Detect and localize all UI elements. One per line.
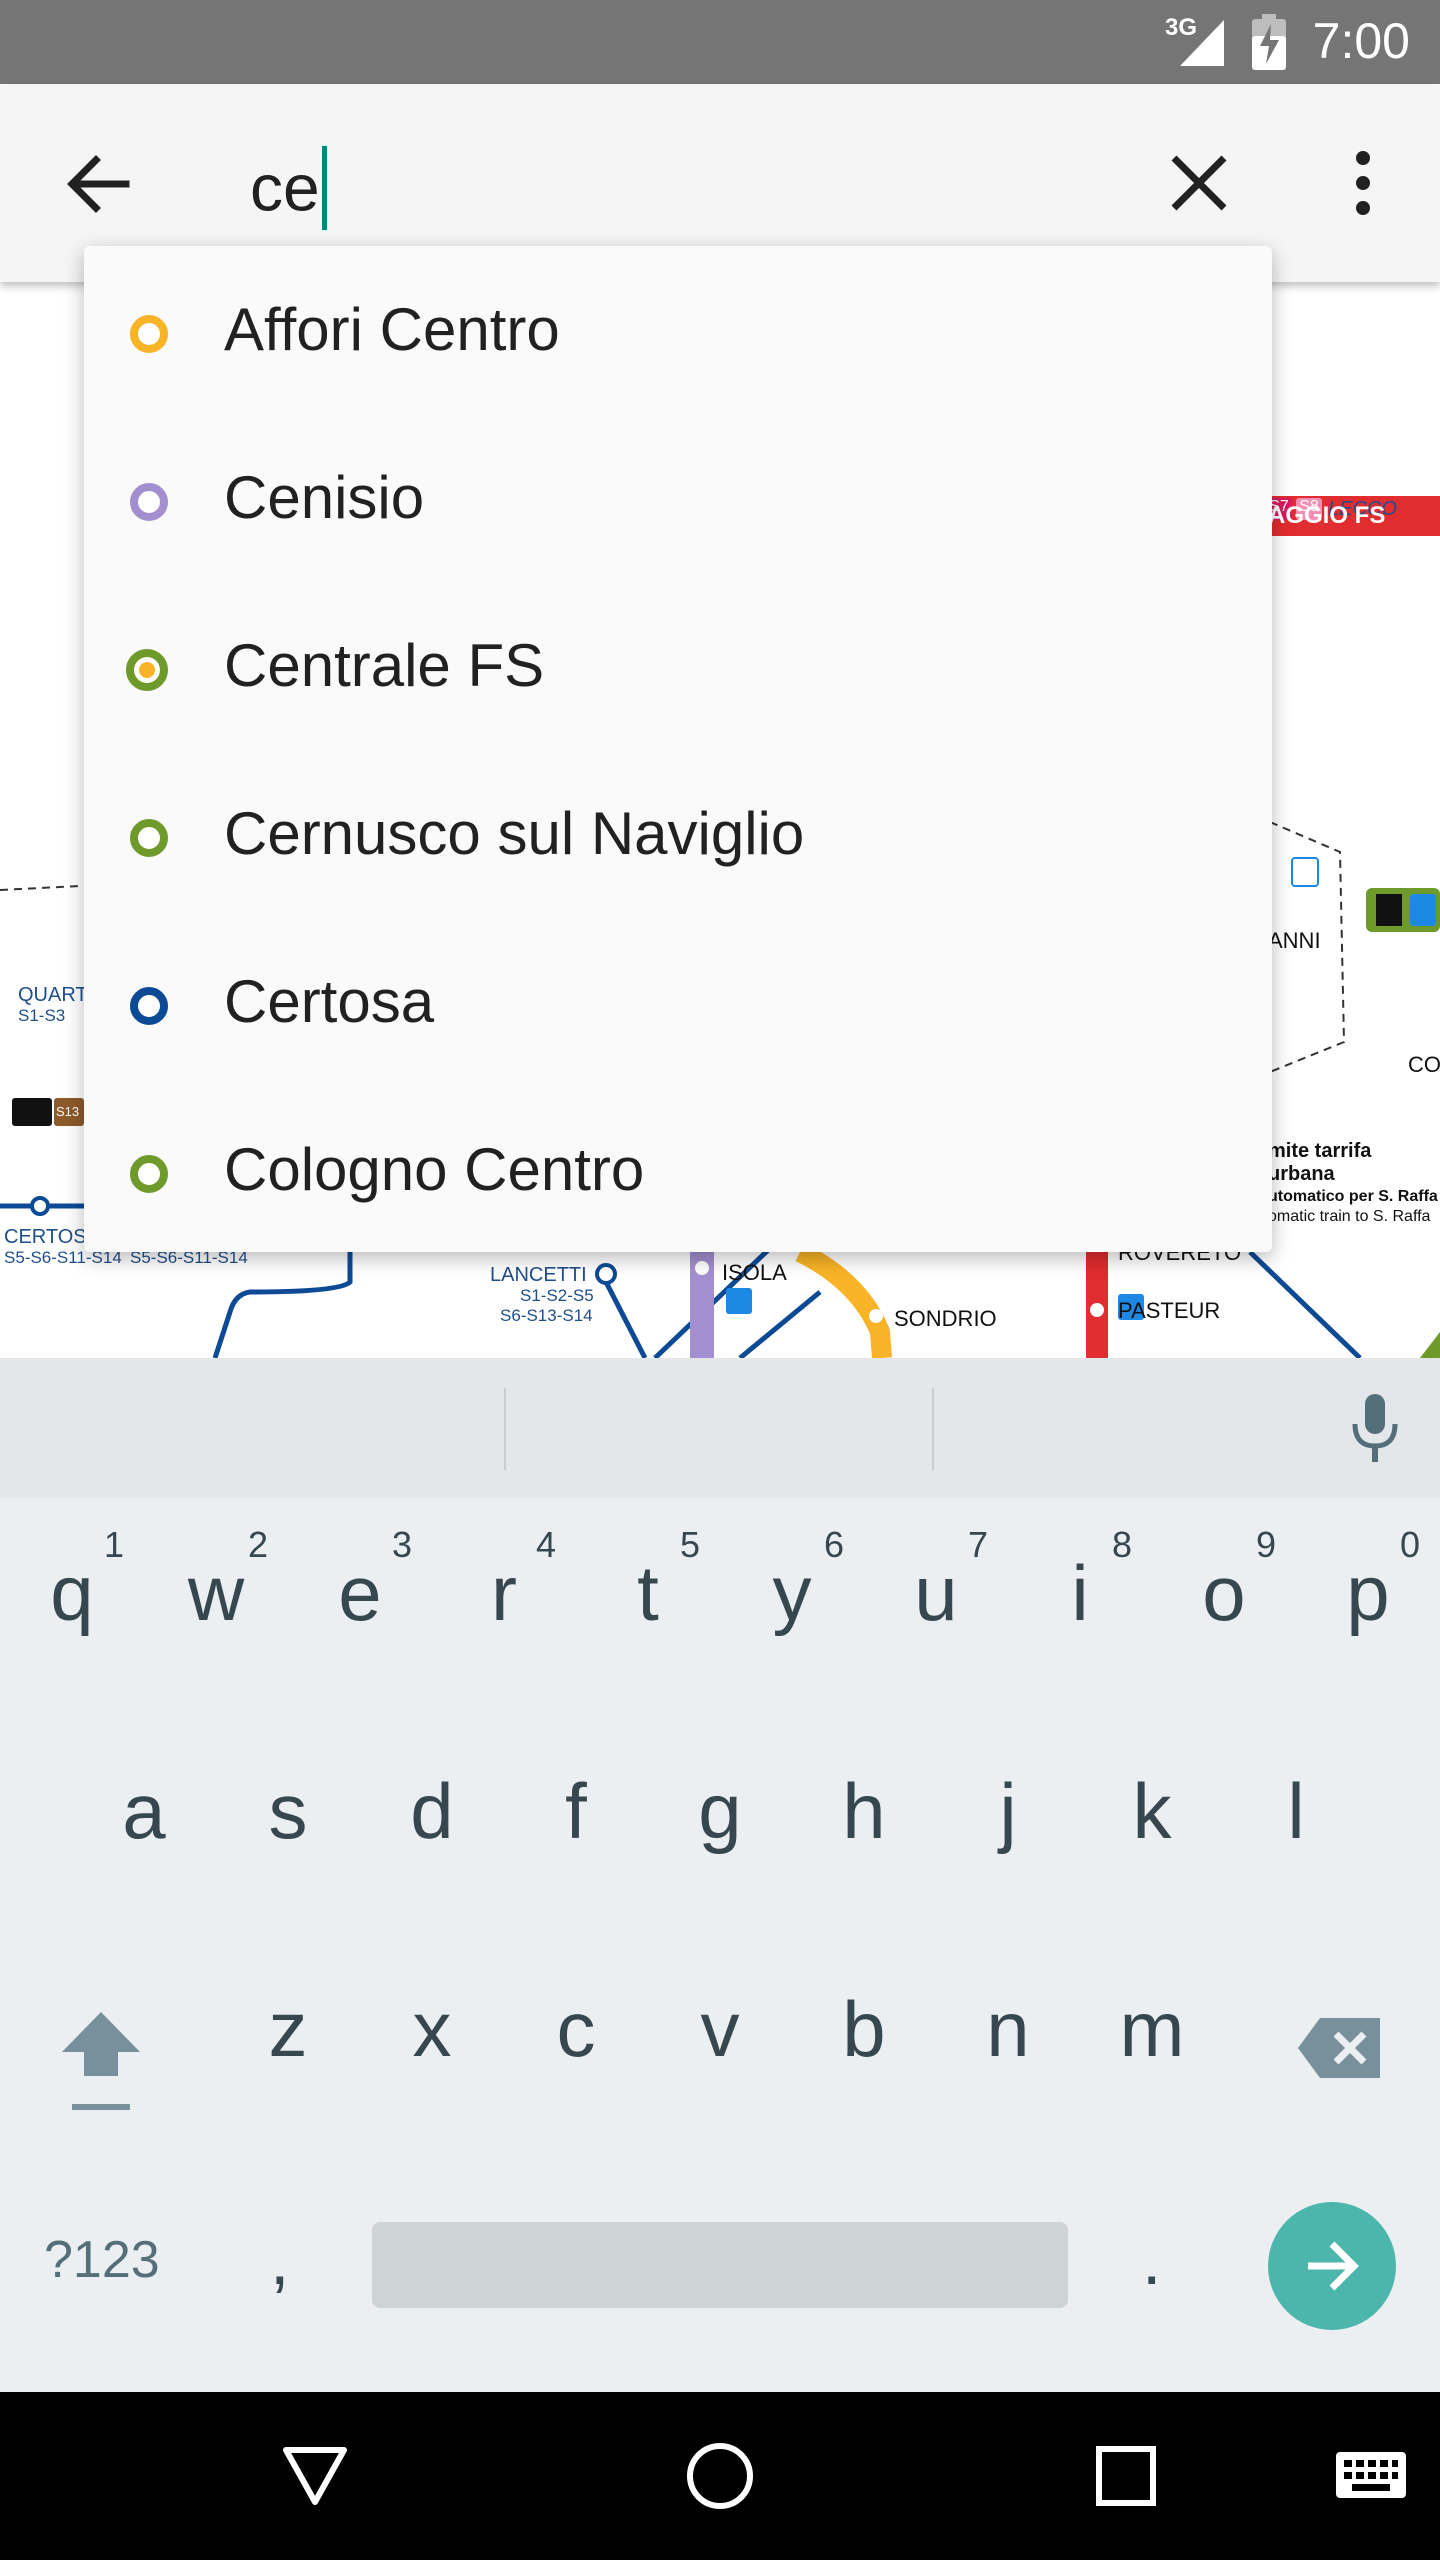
backspace-icon[interactable] <box>1296 2016 1382 2080</box>
key-o[interactable]: o <box>1152 1548 1296 1639</box>
map-label-sanni: ANNI <box>1268 928 1321 953</box>
navigation-bar <box>0 2392 1440 2560</box>
map-label-lancetti-lines-1: S1-S2-S5 <box>520 1286 594 1305</box>
key-x[interactable]: x <box>360 1984 504 2075</box>
suggestion-item[interactable]: Cologno Centro <box>84 1086 1272 1254</box>
key-d[interactable]: d <box>360 1766 504 1857</box>
soft-keyboard: 1 2 3 4 5 6 7 8 9 0 q w e r t y u i o p … <box>0 1358 1440 2392</box>
key-z[interactable]: z <box>216 1984 360 2075</box>
map-label-quart: QUART <box>18 984 88 1006</box>
suggestion-label: Centrale FS <box>224 632 545 699</box>
key-e[interactable]: e <box>288 1548 432 1639</box>
suggestion-item[interactable]: Certosa <box>84 918 1272 1086</box>
map-label-co: CO <box>1408 1052 1440 1077</box>
key-v[interactable]: v <box>648 1984 792 2075</box>
key-f[interactable]: f <box>504 1766 648 1857</box>
key-y[interactable]: y <box>720 1548 864 1639</box>
key-l[interactable]: l <box>1224 1766 1368 1857</box>
comma-key[interactable]: , <box>270 2220 289 2300</box>
line-marker-icon <box>130 1155 168 1193</box>
line-marker-icon <box>130 483 168 521</box>
strip-divider <box>504 1388 506 1470</box>
suggestion-label: Affori Centro <box>224 296 560 363</box>
back-arrow-icon[interactable] <box>64 150 132 218</box>
map-label-lancetti-lines-2: S6-S13-S14 <box>500 1306 593 1325</box>
map-label-pasteur: PASTEUR <box>1118 1298 1221 1323</box>
microphone-icon[interactable] <box>1350 1394 1400 1466</box>
key-b[interactable]: b <box>792 1984 936 2075</box>
key-h[interactable]: h <box>792 1766 936 1857</box>
suggestion-label: Cologno Centro <box>224 1136 645 1203</box>
strip-divider <box>932 1388 934 1470</box>
spacebar[interactable] <box>372 2222 1068 2308</box>
map-label-automatic-train: omatic train to S. Raffa <box>1268 1208 1431 1225</box>
map-label-s1s3: S1-S3 <box>18 1006 66 1025</box>
battery-charging-icon <box>1252 14 1286 70</box>
key-k[interactable]: k <box>1080 1766 1224 1857</box>
suggestion-item[interactable]: Cernusco sul Naviglio <box>84 750 1272 918</box>
signal-icon <box>1180 20 1224 66</box>
line-marker-icon <box>130 819 168 857</box>
clock: 7:00 <box>1312 13 1410 69</box>
map-label-lancetti: LANCETTI <box>490 1264 587 1286</box>
line-marker-icon <box>126 649 168 691</box>
map-label-sondrio: SONDRIO <box>894 1306 997 1331</box>
shift-icon[interactable] <box>56 2008 146 2114</box>
line-marker-icon <box>130 315 168 353</box>
suggestion-dropdown: Affori Centro Cenisio Centrale FS Cernus… <box>84 246 1272 1252</box>
key-g[interactable]: g <box>648 1766 792 1857</box>
key-s[interactable]: s <box>216 1766 360 1857</box>
map-label-s13: S13 <box>56 1104 80 1119</box>
key-a[interactable]: a <box>72 1766 216 1857</box>
suggestion-item[interactable]: Affori Centro <box>84 246 1272 414</box>
suggestion-item[interactable]: Cenisio <box>84 414 1272 582</box>
overflow-menu-icon[interactable] <box>1348 148 1378 218</box>
recents-square-icon[interactable] <box>1094 2444 1158 2508</box>
key-q[interactable]: q <box>0 1548 144 1639</box>
key-i[interactable]: i <box>1008 1548 1152 1639</box>
period-key[interactable]: . <box>1142 2220 1161 2300</box>
key-u[interactable]: u <box>864 1548 1008 1639</box>
suggestion-label: Certosa <box>224 968 435 1035</box>
back-triangle-icon[interactable] <box>280 2444 350 2508</box>
key-n[interactable]: n <box>936 1984 1080 2075</box>
suggestion-label: Cenisio <box>224 464 425 531</box>
key-m[interactable]: m <box>1080 1984 1224 2075</box>
text-cursor <box>321 145 327 230</box>
key-j[interactable]: j <box>936 1766 1080 1857</box>
status-bar: 3G 7:00 <box>0 0 1440 84</box>
arrow-right-icon <box>1308 2241 1359 2291</box>
suggestion-label: Cernusco sul Naviglio <box>224 800 805 867</box>
suggestion-strip <box>0 1358 1440 1498</box>
key-c[interactable]: c <box>504 1984 648 2075</box>
key-w[interactable]: w <box>144 1548 288 1639</box>
key-t[interactable]: t <box>576 1548 720 1639</box>
line-marker-icon <box>130 987 168 1025</box>
map-label-isola: ISOLA <box>722 1260 787 1285</box>
home-circle-icon[interactable] <box>684 2440 756 2512</box>
keyboard-switch-icon[interactable] <box>1334 2450 1408 2502</box>
suggestion-item[interactable]: Centrale FS <box>84 582 1272 750</box>
map-label-porta-garibaldi: AGGIO FS <box>1268 502 1386 529</box>
map-label-automatico: utomatico per S. Raffa <box>1268 1188 1438 1205</box>
search-input[interactable]: ce <box>250 144 327 230</box>
clear-icon[interactable] <box>1168 152 1230 214</box>
symbols-key[interactable]: ?123 <box>44 2230 160 2290</box>
map-label-limite: mite tarrifa urbana <box>1268 1140 1372 1185</box>
key-p[interactable]: p <box>1296 1548 1440 1639</box>
search-query: ce <box>250 150 320 225</box>
key-r[interactable]: r <box>432 1548 576 1639</box>
enter-button[interactable] <box>1268 2202 1396 2330</box>
